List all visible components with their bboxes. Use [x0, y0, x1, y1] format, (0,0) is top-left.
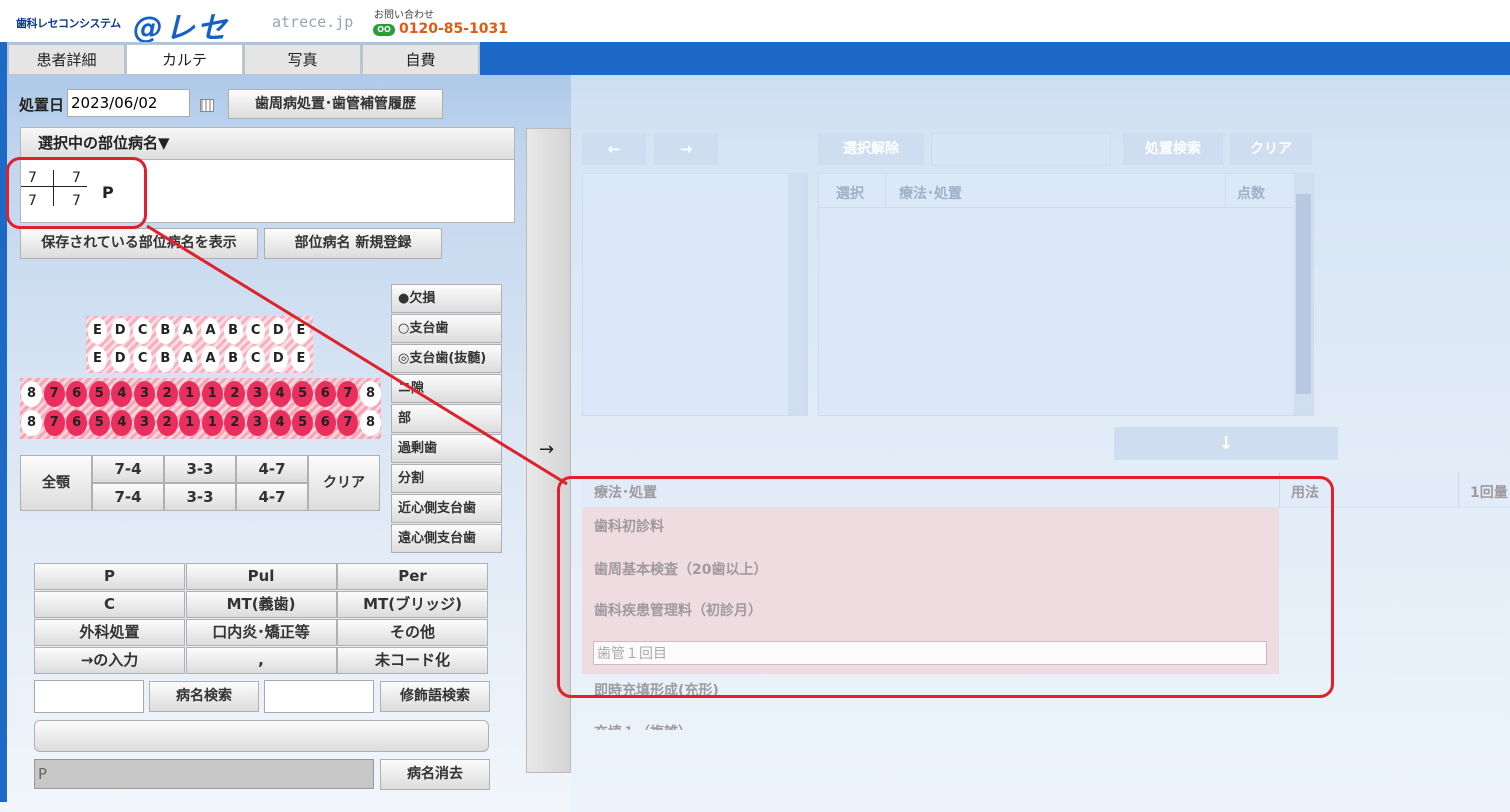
annotation-arrow-line	[146, 224, 568, 486]
annotation-arrow-svg	[146, 224, 568, 486]
